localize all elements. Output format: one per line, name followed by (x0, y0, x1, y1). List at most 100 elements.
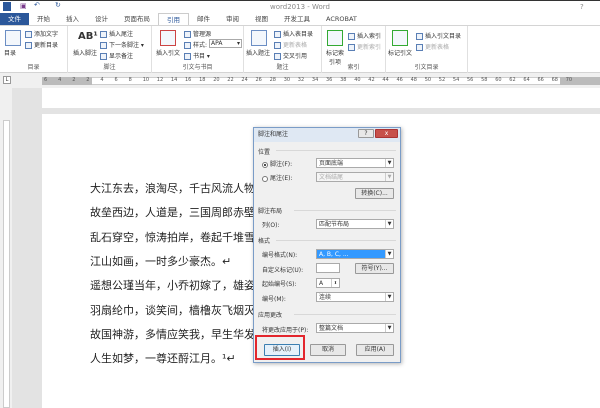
close-button[interactable]: x (375, 129, 398, 138)
update-toc-button[interactable]: 更新目录 (25, 40, 58, 49)
cross-reference-button[interactable]: 交叉引用 (274, 51, 307, 60)
cancel-button[interactable]: 取消 (310, 344, 346, 356)
update-toa-label: 更新表格 (425, 44, 450, 51)
insert-footnote-button[interactable]: 插入脚注 (73, 48, 97, 57)
ruler-tick: 50 (424, 77, 432, 83)
document-line[interactable]: 故垒西边，人道是，三国周郎赤壁。 (90, 204, 254, 220)
ruler-tick: 56 (467, 77, 474, 83)
endnote-radio[interactable]: 尾注(E): (262, 173, 293, 182)
numbering-select[interactable]: 连续 ▼ (316, 292, 394, 302)
group-label: 脚注 (103, 64, 116, 71)
footnote-location-select[interactable]: 页面底端 ▼ (316, 158, 394, 168)
ribbon-tabs: 文件 开始 插入 设计 页面布局 引用 邮件 审阅 视图 开发工具 ACROBAT (0, 13, 600, 25)
start-at-stepper[interactable]: A ⬍ (316, 278, 340, 288)
table-figures-icon (274, 31, 281, 38)
document-line[interactable]: 江山如画，一时多少豪杰。↵ (90, 253, 254, 269)
group-index: 标记索引项 插入索引 更新索引 索引 (322, 26, 386, 73)
divider (294, 314, 396, 315)
insert-endnote-button[interactable]: 插入尾注 (100, 29, 133, 38)
tab-7[interactable]: 审阅 (218, 13, 247, 25)
style-dropdown[interactable]: APA ▾ (209, 39, 242, 48)
insert-index-icon (348, 33, 355, 40)
tab-2[interactable]: 插入 (58, 13, 87, 25)
tab-1[interactable]: 开始 (29, 13, 58, 25)
chevron-down-icon: ▼ (385, 293, 393, 301)
chevron-down-icon: ▼ (385, 159, 393, 167)
insert-index-button[interactable]: 插入索引 (348, 31, 381, 40)
tab-selector[interactable]: L (3, 76, 11, 84)
chevron-down-icon: ▾ (236, 40, 240, 47)
bibliography-button[interactable]: 书目 ▾ (184, 51, 210, 60)
next-footnote-label: 下一条脚注 (109, 42, 140, 49)
insert-citation-button[interactable]: 插入引文 (156, 48, 180, 57)
tab-0[interactable]: 文件 (0, 13, 29, 25)
insert-caption-button[interactable]: 插入题注 (246, 48, 270, 57)
chevron-down-icon: ▼ (385, 220, 393, 228)
help-button[interactable]: ? (358, 129, 374, 138)
document-line[interactable]: 羽扇纶巾，谈笑间，樯橹灰飞烟灭。 (90, 302, 254, 318)
insert-toa-icon (416, 33, 423, 40)
endnote-location-select[interactable]: 文档结尾 ▼ (316, 172, 394, 182)
group-label: 索引 (347, 64, 360, 71)
number-format-select[interactable]: A, B, C, ... ▼ (316, 249, 394, 259)
columns-value: 匹配节布局 (319, 221, 350, 228)
mark-entry-icon (327, 30, 343, 46)
group-citation: 插入引文 管理源 样式: APA ▾ 书目 ▾ 引文与书目 (152, 26, 244, 73)
insert-toa-button[interactable]: 插入引文目录 (416, 31, 461, 40)
tab-6[interactable]: 邮件 (189, 13, 218, 25)
ruler-tick: 46 (396, 77, 403, 83)
toc-icon (5, 30, 21, 46)
footnote-radio[interactable]: 脚注(F): (262, 159, 292, 168)
numbering-value: 连续 (319, 294, 332, 301)
section-position: 位置 (258, 149, 271, 156)
custom-mark-input[interactable] (316, 263, 340, 273)
mark-citation-button[interactable]: 标记引文 (388, 48, 412, 57)
tab-5[interactable]: 引用 (158, 13, 189, 25)
ruler-tick: 32 (297, 77, 305, 83)
show-notes-button[interactable]: 显示备注 (100, 51, 133, 60)
document-line[interactable]: 乱石穿空，惊涛拍岸，卷起千堆雪。 (90, 229, 254, 245)
footnote-endnote-dialog: 脚注和尾注 ? x 位置 脚注(F): 页面底端 ▼ 尾注(E): 文档结尾 ▼ 转… (253, 127, 401, 363)
convert-button[interactable]: 转换(C)... (355, 188, 394, 199)
tab-8[interactable]: 视图 (247, 13, 276, 25)
tab-10[interactable]: ACROBAT (318, 13, 365, 25)
start-at-value: A (319, 280, 324, 287)
tab-4[interactable]: 页面布局 (116, 13, 158, 25)
update-table-button[interactable]: 更新表格 (274, 40, 307, 49)
ruler-tick: 36 (326, 77, 333, 83)
tab-3[interactable]: 设计 (87, 13, 116, 25)
add-text-button[interactable]: 添加文字 (25, 29, 58, 38)
document-line[interactable]: 大江东去，浪淘尽，千古风流人物。 (90, 180, 254, 196)
group-label: 目录 (27, 64, 40, 71)
cross-reference-label: 交叉引用 (283, 53, 308, 60)
radio-unchecked-icon (262, 175, 268, 182)
show-notes-label: 显示备注 (109, 53, 134, 60)
tab-9[interactable]: 开发工具 (276, 13, 318, 25)
help-button[interactable]: ? (580, 3, 584, 11)
ruler-tick: 2 (72, 77, 76, 83)
ruler-tick: 22 (227, 77, 234, 83)
apply-button[interactable]: 应用(A) (356, 344, 394, 356)
document-line[interactable]: 遥想公瑾当年，小乔初嫁了，雄姿英发。 (90, 277, 254, 293)
section-layout: 脚注布局 (258, 208, 283, 215)
insert-table-figures-button[interactable]: 插入表目录 (274, 29, 313, 38)
toc-button[interactable]: 目录 (4, 48, 16, 57)
update-icon (25, 42, 32, 49)
update-table-icon (274, 42, 281, 49)
update-index-button[interactable]: 更新索引 (348, 42, 381, 51)
document-line[interactable]: 故国神游，多情应笑我，早生华发。 (90, 326, 254, 342)
window-title: word2013 - Word (270, 3, 330, 11)
next-footnote-button[interactable]: 下一条脚注 ▾ (100, 40, 144, 49)
manage-sources-button[interactable]: 管理源 (184, 29, 211, 38)
ruler-tick: 24 (241, 77, 248, 83)
spinner-icon[interactable]: ⬍ (331, 279, 339, 287)
apply-to-select[interactable]: 整篇文档 ▼ (316, 323, 394, 333)
insert-index-label: 插入索引 (357, 33, 382, 40)
update-toa-button[interactable]: 更新表格 (416, 42, 449, 51)
document-line[interactable]: 人生如梦，一尊还酹江月。¹↵ (90, 350, 254, 366)
style-label: 样式: (184, 40, 207, 49)
columns-select[interactable]: 匹配节布局 ▼ (316, 219, 394, 229)
ruler-tick: 6 (114, 77, 118, 83)
numbering-label: 编号(M): (262, 296, 286, 303)
symbol-button[interactable]: 符号(Y)... (355, 263, 394, 274)
